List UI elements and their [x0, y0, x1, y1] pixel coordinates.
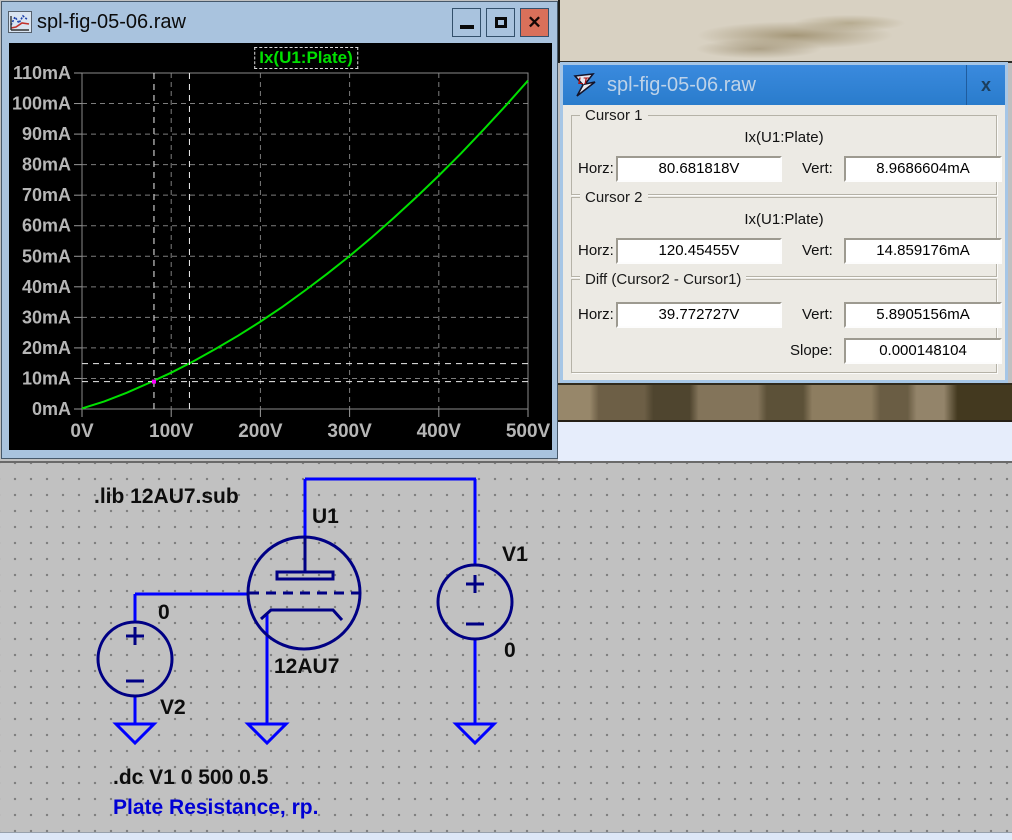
- slope-label: Slope:: [790, 342, 833, 359]
- ltspice-screen: .lib 12AU7.sub U1 12AU7 V1 0 0 V2 .dc V1…: [0, 0, 1012, 840]
- y-tick-label: 60mA: [22, 216, 71, 236]
- plot-area[interactable]: 0mA 10mA 20mA 30mA 40mA 50mA 60mA 70mA 80mA 90mA 1…: [9, 43, 552, 450]
- plot-border: [81, 72, 529, 410]
- plate-bar: [275, 570, 335, 581]
- minimize-icon: [459, 25, 474, 29]
- cursor2-group: Cursor 2 Ix(U1:Plate) Horz: 120.45455V V…: [571, 189, 1002, 277]
- plot-window: spl-fig-05-06.raw ✕ 0mA 10mA 20mA 30mA 40mA 5…: [1, 1, 558, 459]
- cursor1-horz-label: Horz:: [578, 160, 614, 177]
- diff-horz-field[interactable]: 39.772727V: [616, 302, 782, 328]
- y-tick-label: 40mA: [22, 277, 71, 297]
- plot-canvas[interactable]: 0mA 10mA 20mA 30mA 40mA 50mA 60mA 70mA 80mA 90mA 1…: [9, 43, 552, 450]
- maximize-icon: [494, 16, 507, 28]
- dialog-close-icon: x: [980, 74, 991, 95]
- diff-group: Diff (Cursor2 - Cursor1) Horz: 39.772727…: [571, 271, 1002, 373]
- lib-directive[interactable]: .lib 12AU7.sub: [94, 485, 239, 509]
- cursor1-trace-name: Ix(U1:Plate): [744, 129, 824, 146]
- minimize-button[interactable]: [452, 7, 481, 37]
- cathode-electrode: [259, 608, 344, 622]
- cursor1-marker[interactable]: [151, 379, 156, 384]
- diff-horz-label: Horz:: [578, 306, 614, 323]
- svg-text:LT: LT: [578, 76, 590, 86]
- cursor2-vert-label: Vert:: [802, 242, 833, 259]
- slope-field[interactable]: 0.000148104: [844, 338, 1002, 364]
- diff-vert-field[interactable]: 5.8905156mA: [844, 302, 1002, 328]
- cursor-dialog-titlebar[interactable]: LT spl-fig-05-06.raw x: [563, 65, 1005, 105]
- cursor-dialog: LT spl-fig-05-06.raw x Cursor 1 Ix(U1:Pl…: [560, 62, 1008, 383]
- y-tick-label: 50mA: [22, 246, 71, 266]
- diff-vert-label: Vert:: [802, 306, 833, 323]
- dc-directive[interactable]: .dc V1 0 500 0.5: [113, 766, 268, 790]
- trace-curve[interactable]: [81, 79, 529, 410]
- ltspice-logo-icon: LT: [573, 72, 596, 97]
- y-tick-label: 30mA: [22, 307, 71, 327]
- close-icon: ✕: [527, 12, 542, 32]
- tube-name-label[interactable]: U1: [312, 505, 339, 529]
- x-tick-label: 0V: [70, 421, 94, 442]
- y-tick-label: 20mA: [22, 338, 71, 358]
- x-tick-label: 400V: [417, 421, 462, 442]
- v2-symbol[interactable]: [96, 620, 174, 698]
- y-tick-label: 0mA: [32, 399, 71, 419]
- cursor2-horz-field[interactable]: 120.45455V: [616, 238, 782, 264]
- ground-symbol-v1[interactable]: [452, 722, 498, 746]
- close-button[interactable]: ✕: [520, 7, 549, 37]
- v1-value-label[interactable]: 0: [504, 639, 516, 663]
- desktop-pale-strip: [558, 422, 1012, 462]
- ground-symbol-cathode[interactable]: [244, 722, 290, 746]
- cursor2-legend: Cursor 2: [580, 189, 648, 206]
- diff-legend: Diff (Cursor2 - Cursor1): [580, 271, 747, 288]
- v1-name-label[interactable]: V1: [502, 543, 528, 567]
- schematic-window[interactable]: .lib 12AU7.sub U1 12AU7 V1 0 0 V2 .dc V1…: [0, 461, 1012, 832]
- maximize-button[interactable]: [486, 7, 515, 37]
- cursor1-legend: Cursor 1: [580, 107, 648, 124]
- cursor1-group: Cursor 1 Ix(U1:Plate) Horz: 80.681818V V…: [571, 107, 1002, 195]
- cursor1-horz-field[interactable]: 80.681818V: [616, 156, 782, 182]
- cursor1-vert-field[interactable]: 8.9686604mA: [844, 156, 1002, 182]
- plot-window-titlebar[interactable]: spl-fig-05-06.raw ✕: [2, 2, 557, 42]
- cursor2-vert-field[interactable]: 14.859176mA: [844, 238, 1002, 264]
- y-tick-label: 90mA: [22, 124, 71, 144]
- tube-value-label[interactable]: 12AU7: [274, 655, 339, 679]
- cursor-dialog-body: Cursor 1 Ix(U1:Plate) Horz: 80.681818V V…: [563, 105, 1005, 380]
- waveform-window-icon: [8, 11, 32, 33]
- cursor2-horz-label: Horz:: [578, 242, 614, 259]
- y-tick-label: 110mA: [13, 63, 71, 83]
- x-tick-label: 200V: [238, 421, 283, 442]
- x-tick-label: 300V: [327, 421, 372, 442]
- v2-value-label[interactable]: 0: [158, 601, 170, 625]
- desktop-wallpaper-top: [558, 0, 1012, 63]
- y-tick-label: 10mA: [22, 368, 71, 388]
- cursor-dialog-title: spl-fig-05-06.raw: [607, 73, 756, 96]
- y-tick-label: 80mA: [22, 155, 71, 175]
- cursor2-trace-name: Ix(U1:Plate): [744, 211, 824, 228]
- desktop-wallpaper-wood-band: [558, 383, 1012, 422]
- y-tick-label: 70mA: [22, 185, 71, 205]
- ground-symbol-v2[interactable]: [112, 722, 158, 746]
- y-tick-label: 100mA: [12, 94, 71, 114]
- trace-label[interactable]: Ix(U1:Plate): [254, 47, 358, 69]
- comment-text[interactable]: Plate Resistance, rp.: [113, 796, 318, 820]
- plot-window-title: spl-fig-05-06.raw: [37, 10, 186, 33]
- bottom-window-edge: [0, 832, 1012, 840]
- v1-symbol[interactable]: [436, 563, 514, 641]
- cursor1-vert-label: Vert:: [802, 160, 833, 177]
- x-tick-label: 500V: [506, 421, 551, 442]
- triode-symbol[interactable]: [246, 535, 362, 651]
- dialog-close-button[interactable]: x: [966, 65, 1005, 105]
- v2-name-label[interactable]: V2: [160, 696, 186, 720]
- x-tick-label: 100V: [149, 421, 194, 442]
